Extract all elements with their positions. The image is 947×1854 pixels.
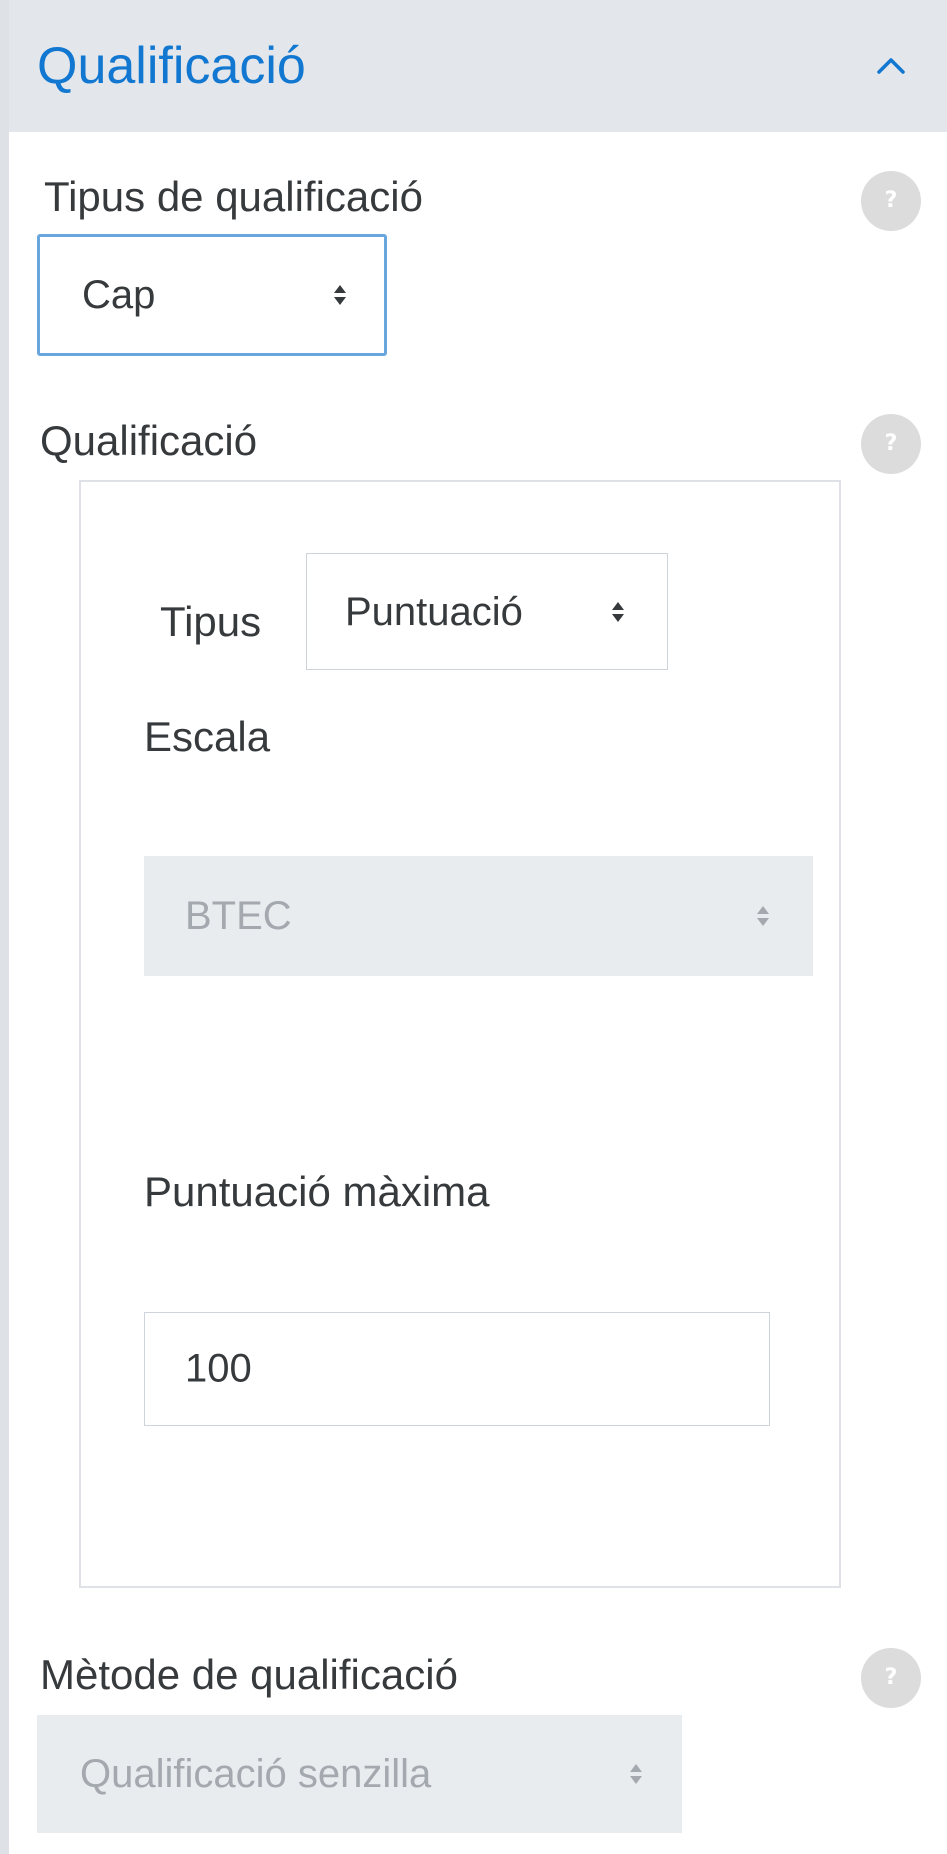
grading-method-label: Mètode de qualificació: [40, 1651, 458, 1698]
grade-fieldset: Tipus Puntuació Escala BTEC Puntuació mà…: [79, 480, 841, 1588]
grade-settings-panel: Qualificació Tipus de qualificació ? Cap…: [0, 0, 947, 1854]
select-arrows-icon: [630, 1764, 642, 1784]
max-grade-value: 100: [185, 1346, 252, 1391]
scale-select[interactable]: BTEC: [144, 856, 813, 976]
grading-method-value: Qualificació senzilla: [80, 1752, 432, 1796]
grading-method-select[interactable]: Qualificació senzilla: [37, 1715, 682, 1833]
help-icon[interactable]: ?: [861, 171, 921, 231]
select-arrows-icon: [612, 601, 624, 622]
scale-value: BTEC: [185, 894, 292, 938]
grade-type-label: Tipus de qualificació: [44, 173, 423, 220]
panel-left-border: [0, 0, 9, 1854]
section-header[interactable]: Qualificació: [9, 0, 947, 132]
grade-label: Qualificació: [40, 417, 258, 464]
section-title: Qualificació: [37, 37, 306, 95]
max-grade-input[interactable]: 100: [144, 1312, 770, 1426]
scale-label: Escala: [144, 713, 271, 760]
select-arrows-icon: [757, 906, 769, 926]
help-icon[interactable]: ?: [861, 1648, 921, 1708]
max-grade-label: Puntuació màxima: [144, 1168, 490, 1215]
grade-kind-select[interactable]: Puntuació: [306, 553, 668, 670]
select-arrows-icon: [334, 285, 346, 305]
grade-type-value: Cap: [82, 273, 156, 317]
grade-type-select[interactable]: Cap: [37, 234, 387, 356]
grade-kind-value: Puntuació: [345, 589, 523, 634]
grade-type-inner-label: Tipus: [160, 598, 262, 645]
help-icon[interactable]: ?: [861, 414, 921, 474]
chevron-up-icon[interactable]: [871, 46, 911, 86]
